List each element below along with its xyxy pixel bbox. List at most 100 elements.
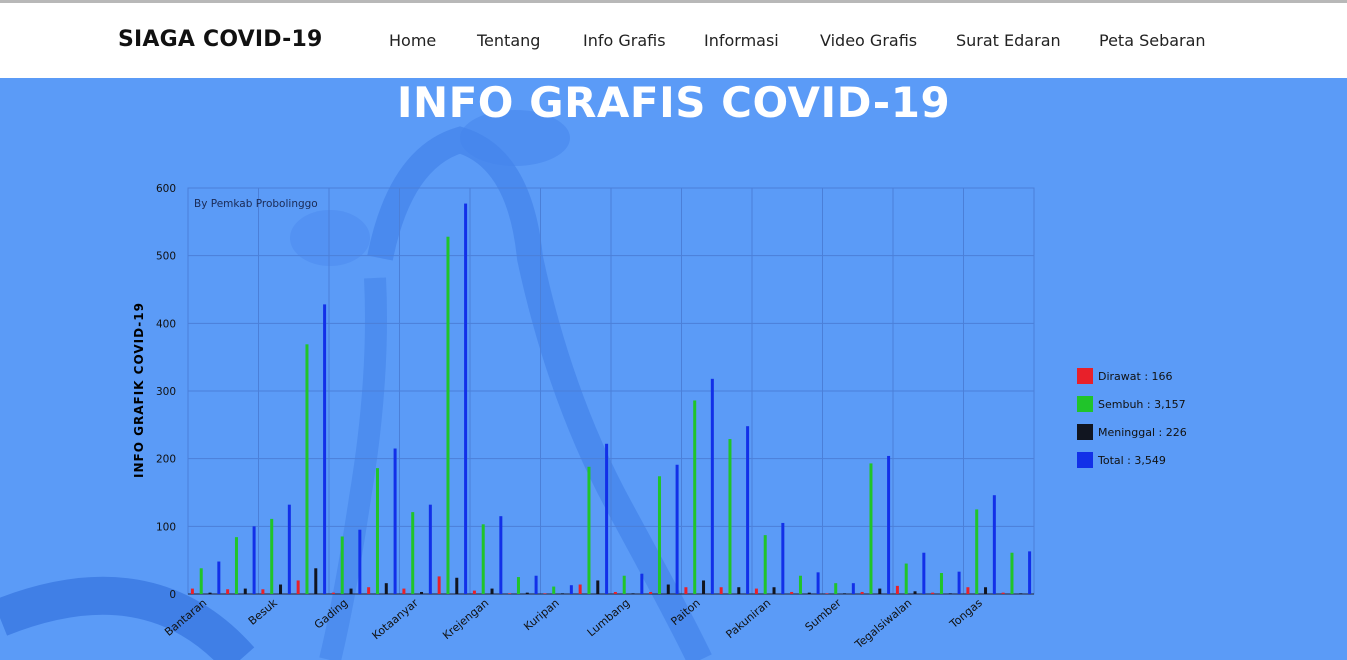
legend-label-meninggal: Meninggal : 226 [1098, 426, 1187, 439]
bar-total [464, 203, 468, 594]
bar-dirawat [1001, 592, 1005, 594]
bar-meninggal [702, 580, 706, 594]
bar-dirawat [296, 580, 300, 594]
bar-total [816, 572, 820, 594]
bar-dirawat [790, 591, 794, 594]
bar-sembuh [975, 509, 979, 594]
bar-dirawat [578, 584, 582, 594]
bar-sembuh [305, 344, 309, 594]
bar-meninggal [561, 593, 565, 594]
bar-sembuh [481, 524, 485, 594]
bar-dirawat [190, 588, 194, 594]
chart-credit: By Pemkab Probolinggo [194, 198, 318, 210]
bar-total [605, 443, 609, 594]
bar-dirawat [261, 589, 265, 594]
bar-total [499, 516, 503, 594]
legend-swatch-dirawat [1077, 368, 1093, 384]
bar-dirawat [684, 587, 688, 594]
bar-sembuh [798, 575, 802, 594]
bar-dirawat [508, 593, 512, 594]
bar-dirawat [437, 576, 441, 594]
bar-total [569, 585, 573, 594]
bar-meninggal [772, 587, 776, 594]
bar-meninggal [384, 583, 388, 594]
bar-dirawat [860, 591, 864, 594]
bar-meninggal [596, 580, 600, 594]
y-tick-label: 0 [169, 589, 176, 601]
bar-dirawat [613, 591, 617, 594]
y-axis-label: INFO GRAFIK COVID-19 [132, 302, 146, 478]
bar-dirawat [895, 585, 899, 594]
bar-total [358, 529, 362, 594]
bar-sembuh [728, 439, 732, 594]
bar-total [428, 504, 432, 594]
bar-total [992, 495, 996, 594]
legend-label-sembuh: Sembuh : 3,157 [1098, 398, 1186, 411]
bar-dirawat [543, 593, 547, 594]
bar-meninggal [878, 588, 882, 594]
bar-meninggal [948, 593, 952, 594]
bar-sembuh [552, 586, 556, 594]
x-tick-label: Gading [312, 596, 350, 631]
x-tick-label: Kuripan [521, 596, 561, 633]
bar-meninggal [243, 588, 247, 594]
bar-meninggal [279, 584, 283, 594]
bar-meninggal [984, 587, 988, 594]
x-tick-label: Krejengan [440, 596, 491, 642]
bar-sembuh [657, 476, 661, 594]
bar-total [217, 561, 221, 594]
bar-dirawat [472, 590, 476, 594]
x-tick-label: Pakuniran [723, 596, 773, 641]
bar-sembuh [375, 468, 379, 594]
bar-meninggal [843, 593, 847, 594]
legend-swatch-meninggal [1077, 424, 1093, 440]
bar-meninggal [525, 592, 529, 594]
x-tick-label: Lumbang [585, 596, 633, 639]
x-tick-label: Tongas [947, 596, 985, 631]
bar-sembuh [693, 400, 697, 594]
bar-total [534, 575, 538, 594]
bar-sembuh [622, 575, 626, 594]
bar-sembuh [199, 568, 203, 594]
covid-bar-chart: By Pemkab Probolinggo INFO GRAFIK COVID-… [132, 183, 1187, 652]
bar-sembuh [939, 573, 943, 594]
bar-total [957, 571, 961, 594]
legend-swatch-sembuh [1077, 396, 1093, 412]
bar-meninggal [314, 568, 318, 594]
y-tick-label: 100 [156, 521, 176, 533]
bar-sembuh [270, 518, 274, 594]
bar-dirawat [754, 588, 758, 594]
bar-sembuh [340, 536, 344, 594]
x-tick-label: Tegalsiwalan [852, 596, 915, 651]
legend-swatch-total [1077, 452, 1093, 468]
y-tick-label: 400 [156, 318, 176, 330]
bar-meninggal [490, 588, 494, 594]
bar-dirawat [649, 591, 653, 594]
x-tick-label: Sumber [803, 596, 845, 634]
chart-legend: Dirawat : 166 Sembuh : 3,157 Meninggal : 2… [1077, 368, 1187, 468]
y-tick-label: 600 [156, 183, 176, 195]
bar-total [710, 378, 714, 594]
bar-meninggal [807, 592, 811, 594]
bar-sembuh [763, 535, 767, 594]
bar-total [640, 573, 644, 594]
bar-dirawat [367, 587, 371, 594]
bar-total [887, 455, 891, 594]
bar-meninggal [455, 577, 459, 594]
bar-sembuh [446, 236, 450, 594]
bar-meninggal [1019, 593, 1023, 594]
bar-total [922, 552, 926, 594]
bar-dirawat [931, 592, 935, 594]
bar-dirawat [402, 588, 406, 594]
chart-labels: By Pemkab Probolinggo INFO GRAFIK COVID-… [132, 183, 985, 652]
bar-sembuh [834, 583, 838, 594]
bar-meninggal [913, 591, 917, 594]
bar-total [675, 464, 679, 594]
x-tick-label: Bantaran [162, 596, 209, 638]
bar-sembuh [411, 512, 415, 594]
legend-label-total: Total : 3,549 [1097, 454, 1166, 467]
y-tick-label: 300 [156, 386, 176, 398]
bar-meninggal [349, 588, 353, 594]
bar-total [287, 504, 291, 594]
bar-total [323, 304, 327, 594]
